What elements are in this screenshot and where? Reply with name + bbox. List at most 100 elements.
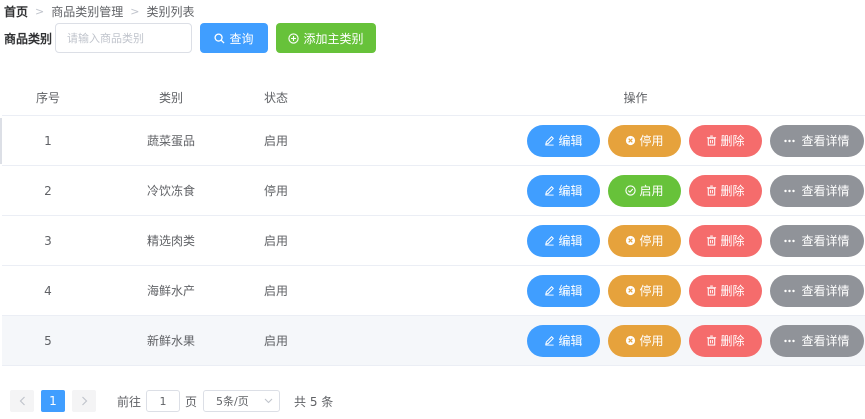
cell-category: 冷饮冻食	[146, 184, 195, 198]
edit-button-label: 编辑	[558, 134, 583, 148]
edit-button[interactable]: 编辑	[527, 124, 600, 157]
disable-button[interactable]: 停用	[608, 274, 681, 307]
edit-button[interactable]: 编辑	[527, 174, 600, 207]
cell-status: 启用	[263, 284, 288, 298]
breadcrumb-category-management: 商品类别管理	[51, 4, 124, 19]
category-search-input[interactable]	[55, 23, 192, 53]
delete-button[interactable]: 删除	[689, 324, 762, 357]
cell-actions: 编辑 启用 删除 查看详情	[304, 174, 865, 207]
circle-check-icon	[625, 185, 637, 196]
edit-button-label: 编辑	[558, 184, 583, 198]
header-category: 类别	[158, 90, 183, 105]
plus-circle-icon	[288, 32, 300, 44]
delete-button-label: 删除	[720, 134, 745, 148]
breadcrumb-separator: >	[35, 4, 45, 18]
toggle-button-label: 停用	[639, 134, 664, 148]
header-index: 序号	[35, 90, 60, 105]
cell-category: 海鲜水产	[146, 284, 195, 298]
table-row: 4 海鲜水产 启用 编辑 停用 删除 查看详情	[2, 266, 865, 316]
circle-close-icon	[626, 135, 636, 146]
prev-page-button[interactable]	[10, 390, 34, 412]
total-count: 共 5 条	[294, 394, 334, 409]
edit-button[interactable]: 编辑	[527, 324, 600, 357]
disable-button[interactable]: 停用	[608, 124, 681, 157]
view-detail-button[interactable]: 查看详情	[770, 224, 864, 257]
more-icon	[784, 189, 796, 192]
cell-index: 5	[44, 333, 52, 348]
toggle-button-label: 停用	[639, 284, 664, 298]
breadcrumb-separator: >	[130, 4, 140, 18]
cell-status: 启用	[263, 134, 288, 148]
breadcrumb: 首页 > 商品类别管理 > 类别列表	[4, 3, 194, 19]
cell-status: 停用	[263, 184, 288, 198]
delete-button-label: 删除	[720, 284, 745, 298]
view-detail-button[interactable]: 查看详情	[770, 124, 864, 157]
edit-icon	[545, 186, 555, 196]
trash-icon	[707, 335, 717, 346]
more-icon	[784, 289, 796, 292]
goto-page-input[interactable]	[146, 390, 181, 412]
header-actions: 操作	[623, 90, 648, 105]
cell-index: 4	[44, 283, 52, 298]
trash-icon	[707, 135, 717, 146]
edit-button[interactable]: 编辑	[527, 224, 600, 257]
category-table: 序号 类别 状态 操作 1 蔬菜蛋品 启用 编辑 停用 删除 查看详情 2 冷饮冻食 停用 编辑 启用…	[2, 79, 865, 366]
delete-button-label: 删除	[720, 234, 745, 248]
disable-button[interactable]: 停用	[608, 224, 681, 257]
more-icon	[784, 139, 796, 142]
page-button-1[interactable]: 1	[41, 390, 65, 412]
toggle-button-label: 停用	[639, 234, 664, 248]
view-detail-button-label: 查看详情	[801, 134, 850, 148]
goto-prefix: 前往	[117, 394, 142, 409]
trash-icon	[707, 285, 717, 296]
pagination: 1 前往 页 5条/页 共 5 条	[10, 390, 333, 412]
delete-button[interactable]: 删除	[689, 174, 762, 207]
page-size-select[interactable]: 5条/页	[203, 390, 281, 412]
goto-suffix: 页	[185, 394, 198, 409]
table-row: 3 精选肉类 启用 编辑 停用 删除 查看详情	[2, 216, 865, 266]
cell-actions: 编辑 停用 删除 查看详情	[304, 224, 865, 257]
circle-close-icon	[626, 335, 636, 346]
view-detail-button-label: 查看详情	[801, 334, 850, 348]
delete-button-label: 删除	[720, 334, 745, 348]
toggle-button-label: 启用	[639, 184, 664, 198]
view-detail-button[interactable]: 查看详情	[770, 324, 864, 357]
view-detail-button-label: 查看详情	[801, 234, 850, 248]
cell-category: 蔬菜蛋品	[146, 134, 195, 148]
edit-icon	[545, 336, 555, 346]
cell-category: 新鲜水果	[146, 334, 195, 348]
edit-icon	[545, 136, 555, 146]
circle-close-icon	[626, 285, 636, 296]
table-row: 1 蔬菜蛋品 启用 编辑 停用 删除 查看详情	[2, 116, 865, 166]
edit-icon	[545, 236, 555, 246]
cell-actions: 编辑 停用 删除 查看详情	[304, 324, 865, 357]
view-detail-button[interactable]: 查看详情	[770, 174, 864, 207]
table-row: 2 冷饮冻食 停用 编辑 启用 删除 查看详情	[2, 166, 865, 216]
table-header: 序号 类别 状态 操作	[2, 79, 865, 116]
edit-icon	[545, 286, 555, 296]
edit-button-label: 编辑	[558, 234, 583, 248]
trash-icon	[707, 235, 717, 246]
delete-button[interactable]: 删除	[689, 224, 762, 257]
next-page-button[interactable]	[72, 390, 96, 412]
edit-button[interactable]: 编辑	[527, 274, 600, 307]
table-row: 5 新鲜水果 启用 编辑 停用 删除 查看详情	[2, 316, 865, 366]
table-body: 1 蔬菜蛋品 启用 编辑 停用 删除 查看详情 2 冷饮冻食 停用 编辑 启用 删除 查看详情 3 精选肉类启…	[2, 116, 865, 366]
disable-button[interactable]: 停用	[608, 324, 681, 357]
view-detail-button[interactable]: 查看详情	[770, 274, 864, 307]
cell-index: 2	[44, 183, 52, 198]
circle-close-icon	[626, 235, 636, 246]
view-detail-button-label: 查看详情	[801, 284, 850, 298]
delete-button[interactable]: 删除	[689, 274, 762, 307]
view-detail-button-label: 查看详情	[801, 184, 850, 198]
add-category-button[interactable]: 添加主类别	[276, 23, 376, 53]
enable-button[interactable]: 启用	[608, 174, 681, 207]
search-icon	[214, 32, 226, 44]
chevron-down-icon	[264, 398, 273, 404]
delete-button[interactable]: 删除	[689, 124, 762, 157]
chevron-left-icon	[19, 396, 25, 406]
search-label: 商品类别	[4, 31, 53, 46]
breadcrumb-home[interactable]: 首页	[4, 3, 28, 20]
toggle-button-label: 停用	[639, 334, 664, 348]
query-button[interactable]: 查询	[200, 23, 268, 53]
